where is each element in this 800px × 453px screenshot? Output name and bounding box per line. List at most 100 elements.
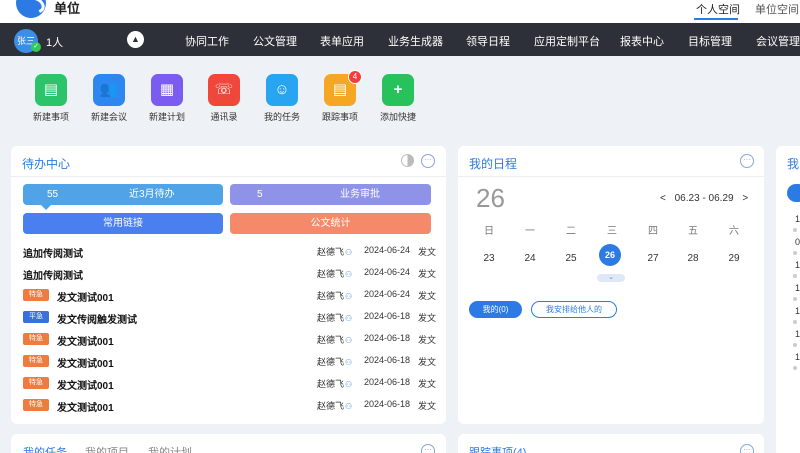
quick-action-6[interactable]: + 添加快捷 bbox=[368, 74, 428, 123]
recent-todo-button[interactable]: 55 近3月待办 bbox=[23, 184, 223, 205]
tracking-title: 跟踪事项(4) bbox=[469, 447, 527, 453]
contacts-icon[interactable]: ☏ bbox=[208, 74, 240, 106]
todo-date: 2024-06-24 bbox=[364, 245, 411, 255]
current-day: 26 bbox=[476, 183, 505, 213]
more-icon[interactable]: ··· bbox=[421, 444, 435, 453]
nav-item-meetings[interactable]: 会议管理 bbox=[756, 33, 800, 49]
list-dot bbox=[793, 251, 797, 255]
todo-date: 2024-06-24 bbox=[364, 289, 411, 299]
logo-icon bbox=[16, 0, 46, 18]
meeting-icon[interactable]: 👥 bbox=[93, 74, 125, 106]
todo-type: 发文 bbox=[418, 313, 437, 323]
weekday-label: 日 bbox=[484, 226, 494, 237]
nav-item-collab[interactable]: 协同工作 bbox=[185, 33, 229, 49]
doc-stats-button[interactable]: 公文统计 bbox=[230, 213, 431, 234]
third-card-item[interactable]: 1 bbox=[795, 283, 800, 293]
quick-action-2[interactable]: ▦ 新建计划 bbox=[137, 74, 197, 123]
tab-org-space[interactable]: 单位空间 bbox=[755, 1, 799, 17]
third-card-item[interactable]: 1 bbox=[795, 260, 800, 270]
person-name: 赵德飞 bbox=[317, 291, 345, 301]
quick-action-4[interactable]: ☺ 我的任务 bbox=[252, 74, 312, 123]
active-tab-indicator bbox=[694, 18, 738, 20]
tab-my-projects[interactable]: 我的项目 bbox=[85, 444, 129, 453]
third-card-item[interactable]: 0 bbox=[795, 237, 800, 247]
todo-person: 赵德飞⚇ bbox=[317, 311, 352, 324]
active-pointer bbox=[41, 205, 51, 210]
nav-item-documents[interactable]: 公文管理 bbox=[253, 33, 297, 49]
more-icon[interactable]: ··· bbox=[740, 154, 754, 168]
third-card-title: 我 bbox=[787, 157, 800, 171]
todo-row[interactable]: 追加传阅测试 赵德飞⚇ 2024-06-24 发文 bbox=[23, 240, 436, 262]
biz-approval-button[interactable]: 5 业务审批 bbox=[230, 184, 431, 205]
quick-action-3[interactable]: ☏ 通讯录 bbox=[194, 74, 254, 123]
third-card-item[interactable]: 1 bbox=[795, 329, 800, 339]
todo-row[interactable]: 追加传阅测试 赵德飞⚇ 2024-06-24 发文 bbox=[23, 262, 436, 284]
proxy-user-icon: ⚇ bbox=[345, 336, 353, 345]
person-name: 赵德飞 bbox=[317, 313, 345, 323]
new-item-icon[interactable]: ▤ bbox=[35, 74, 67, 106]
calendar-day[interactable]: 23 bbox=[474, 249, 504, 269]
todo-person: 赵德飞⚇ bbox=[317, 355, 352, 368]
calendar-day[interactable]: 27 bbox=[638, 249, 668, 269]
third-card-item[interactable]: 1 bbox=[795, 306, 800, 316]
quick-action-1[interactable]: 👥 新建会议 bbox=[79, 74, 139, 123]
nav-item-forms[interactable]: 表单应用 bbox=[320, 33, 364, 49]
weekday-label: 二 bbox=[566, 226, 576, 237]
prev-week-button[interactable]: < bbox=[660, 193, 666, 204]
third-card-item[interactable]: 1 bbox=[795, 214, 800, 224]
nav-item-goals[interactable]: 目标管理 bbox=[688, 33, 732, 49]
task-icon[interactable]: ☺ bbox=[266, 74, 298, 106]
biz-approval-count: 5 bbox=[257, 189, 263, 200]
quick-action-5[interactable]: ▤ 跟踪事项 4 bbox=[310, 70, 370, 123]
urgency-tag: 特急 bbox=[23, 377, 49, 389]
more-icon[interactable]: ··· bbox=[421, 154, 435, 168]
proxy-user-icon: ⚇ bbox=[345, 314, 353, 323]
list-dot bbox=[793, 320, 797, 324]
nav-item-leader-schedule[interactable]: 领导日程 bbox=[466, 33, 510, 49]
calendar-day-today[interactable]: 26 bbox=[599, 244, 621, 266]
proxy-user-icon: ⚇ bbox=[345, 248, 353, 257]
next-week-button[interactable]: > bbox=[742, 193, 748, 204]
theme-toggle-icon[interactable] bbox=[401, 154, 414, 167]
todo-row[interactable]: 特急 发文测试001 赵德飞⚇ 2024-06-18 发文 bbox=[23, 394, 436, 416]
user-count[interactable]: 1人 bbox=[46, 34, 63, 50]
tab-my-plans[interactable]: 我的计划 bbox=[148, 444, 192, 453]
todo-person: 赵德飞⚇ bbox=[317, 333, 352, 346]
assigned-schedule-pill[interactable]: 我安排给他人的 bbox=[531, 301, 617, 318]
todo-date: 2024-06-18 bbox=[364, 311, 411, 321]
more-icon[interactable]: ··· bbox=[740, 444, 754, 453]
calendar-day[interactable]: 29 bbox=[719, 249, 749, 269]
plan-icon[interactable]: ▦ bbox=[151, 74, 183, 106]
third-card-item[interactable]: 1 bbox=[795, 352, 800, 362]
urgency-tag: 特急 bbox=[23, 289, 49, 301]
tab-my-tasks[interactable]: 我的任务 bbox=[23, 444, 67, 453]
calendar-day[interactable]: 28 bbox=[678, 249, 708, 269]
recent-todo-count: 55 bbox=[47, 189, 59, 200]
nav-item-app-platform[interactable]: 应用定制平台 bbox=[534, 33, 600, 49]
todo-type: 发文 bbox=[418, 291, 437, 301]
calendar-day[interactable]: 25 bbox=[556, 249, 586, 269]
todo-row[interactable]: 特急 发文测试001 赵德飞⚇ 2024-06-18 发文 bbox=[23, 328, 436, 350]
tab-personal-space[interactable]: 个人空间 bbox=[696, 1, 740, 17]
my-schedule-pill[interactable]: 我的(0) bbox=[469, 301, 522, 318]
todo-person: 赵德飞⚇ bbox=[317, 399, 352, 412]
home-icon[interactable]: ▲ bbox=[127, 31, 144, 48]
recent-todo-label: 近3月待办 bbox=[129, 189, 175, 200]
common-links-button[interactable]: 常用链接 bbox=[23, 213, 223, 234]
quick-action-0[interactable]: ▤ 新建事项 bbox=[21, 74, 81, 123]
list-dot bbox=[793, 274, 797, 278]
todo-row[interactable]: 特急 发文测试001 赵德飞⚇ 2024-06-18 发文 bbox=[23, 372, 436, 394]
todo-type: 发文 bbox=[418, 335, 437, 345]
nav-item-reports[interactable]: 报表中心 bbox=[620, 33, 664, 49]
urgency-tag: 平急 bbox=[23, 311, 49, 323]
todo-row[interactable]: 特急 发文测试001 赵德飞⚇ 2024-06-18 发文 bbox=[23, 350, 436, 372]
third-card-tab[interactable] bbox=[787, 184, 800, 202]
calendar-day[interactable]: 24 bbox=[515, 249, 545, 269]
add-icon[interactable]: + bbox=[382, 74, 414, 106]
expand-calendar-icon[interactable]: ⌄ bbox=[597, 274, 625, 282]
todo-row[interactable]: 平急 发文传阅触发测试 赵德飞⚇ 2024-06-18 发文 bbox=[23, 306, 436, 328]
todo-row[interactable]: 特急 发文测试001 赵德飞⚇ 2024-06-24 发文 bbox=[23, 284, 436, 306]
todo-date: 2024-06-18 bbox=[364, 377, 411, 387]
week-range-label: 06.23 - 06.29 bbox=[674, 193, 734, 204]
nav-item-biz-generator[interactable]: 业务生成器 bbox=[388, 33, 443, 49]
